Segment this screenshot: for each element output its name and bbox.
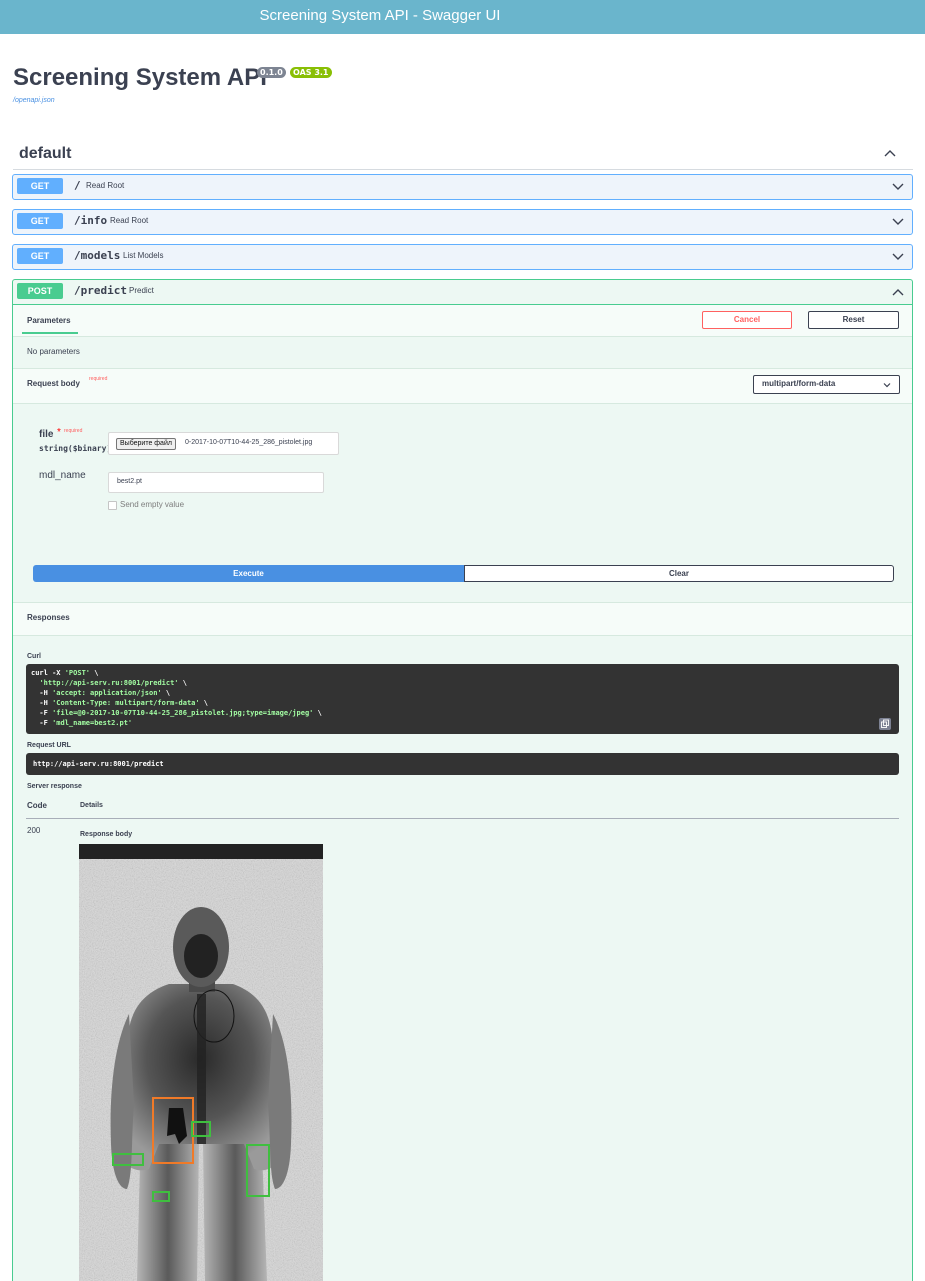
request-url: http://api-serv.ru:8001/predict bbox=[33, 760, 164, 768]
title-bar: Screening System API - Swagger UI bbox=[0, 0, 925, 34]
operation-path: /models bbox=[74, 249, 121, 262]
mdl-name-value: best2.pt bbox=[117, 478, 142, 485]
clear-button[interactable]: Clear bbox=[464, 565, 894, 582]
reset-button[interactable]: Reset bbox=[808, 311, 899, 329]
section-title[interactable]: default bbox=[19, 145, 71, 163]
operation-summary: Read Root bbox=[86, 181, 125, 190]
table-divider bbox=[26, 818, 899, 819]
operation-path: / bbox=[74, 179, 81, 192]
code-column-header: Code bbox=[27, 801, 47, 810]
chevron-down-icon[interactable] bbox=[891, 215, 905, 229]
xray-top-band bbox=[79, 844, 323, 859]
curl-label: Curl bbox=[27, 653, 41, 660]
window-title: Screening System API - Swagger UI bbox=[259, 7, 501, 24]
copy-icon[interactable] bbox=[879, 718, 891, 730]
send-empty-checkbox[interactable] bbox=[108, 501, 117, 510]
operation-get-info[interactable]: GET /info Read Root bbox=[12, 209, 913, 235]
file-param-name: file bbox=[39, 429, 54, 440]
code-line: -H 'accept: application/json' \ bbox=[31, 689, 171, 697]
version-badge: 0.1.0 bbox=[257, 67, 286, 78]
response-image bbox=[79, 844, 323, 1281]
operation-get-root[interactable]: GET / Read Root bbox=[12, 174, 913, 200]
code-line: curl -X 'POST' \ bbox=[31, 669, 99, 677]
operation-summary: Read Root bbox=[110, 216, 149, 225]
operation-post-predict: POST /predict Predict Parameters Cancel … bbox=[12, 279, 913, 1281]
code-line: 'http://api-serv.ru:8001/predict' \ bbox=[39, 679, 187, 687]
operation-summary: List Models bbox=[123, 251, 164, 260]
oas-badge: OAS 3.1 bbox=[290, 67, 332, 78]
chevron-down-icon[interactable] bbox=[891, 180, 905, 194]
required-label: required bbox=[89, 376, 108, 382]
request-url-label: Request URL bbox=[27, 742, 71, 749]
file-input[interactable]: Выберите файл 0-2017-10-07T10-44-25_286_… bbox=[108, 432, 339, 455]
send-empty-label: Send empty value bbox=[120, 500, 185, 509]
operation-path: /info bbox=[74, 214, 108, 227]
chevron-down-icon[interactable] bbox=[891, 250, 905, 264]
operation-path: /predict bbox=[74, 284, 127, 297]
code-line: -F 'mdl_name=best2.pt' bbox=[31, 719, 133, 727]
xray-face bbox=[184, 934, 218, 978]
no-parameters-text: No parameters bbox=[27, 347, 80, 356]
tab-parameters[interactable]: Parameters bbox=[27, 316, 71, 325]
section-divider bbox=[13, 169, 913, 170]
chevron-up-icon[interactable] bbox=[891, 285, 905, 299]
method-badge: GET bbox=[17, 248, 63, 264]
cancel-button[interactable]: Cancel bbox=[702, 311, 792, 329]
operation-get-models[interactable]: GET /models List Models bbox=[12, 244, 913, 270]
mdl-name-param-name: mdl_name bbox=[39, 470, 86, 481]
execute-button[interactable]: Execute bbox=[33, 565, 464, 582]
required-label: required bbox=[64, 428, 83, 434]
required-star: * bbox=[57, 427, 61, 438]
api-title: Screening System API bbox=[13, 64, 267, 91]
selected-file-name: 0-2017-10-07T10-44-25_286_pistolet.jpg bbox=[185, 439, 313, 446]
method-badge: POST bbox=[17, 283, 63, 299]
responses-bar bbox=[13, 602, 912, 636]
content-type-value: multipart/form-data bbox=[762, 379, 836, 388]
openapi-link[interactable]: /openapi.json bbox=[13, 97, 55, 104]
curl-code-block[interactable]: curl -X 'POST' \ 'http://api-serv.ru:800… bbox=[26, 664, 899, 734]
mdl-name-input[interactable]: best2.pt bbox=[108, 472, 324, 493]
content-type-select[interactable]: multipart/form-data bbox=[753, 375, 900, 394]
details-column-header: Details bbox=[80, 802, 103, 809]
responses-label: Responses bbox=[27, 613, 70, 622]
file-param-type: string($binary) bbox=[39, 444, 112, 453]
tab-underline bbox=[22, 332, 78, 334]
operation-summary: Predict bbox=[129, 286, 154, 295]
method-badge: GET bbox=[17, 178, 63, 194]
chevron-up-icon[interactable] bbox=[883, 146, 897, 160]
operation-header[interactable]: POST /predict Predict bbox=[13, 280, 912, 305]
choose-file-button[interactable]: Выберите файл bbox=[116, 438, 176, 450]
code-line: -H 'Content-Type: multipart/form-data' \ bbox=[31, 699, 209, 707]
select-chevron-icon bbox=[883, 383, 891, 388]
status-code: 200 bbox=[27, 826, 41, 835]
request-url-block[interactable]: http://api-serv.ru:8001/predict bbox=[26, 753, 899, 775]
server-response-label: Server response bbox=[27, 783, 82, 790]
method-badge: GET bbox=[17, 213, 63, 229]
code-line: -F 'file=@0-2017-10-07T10-44-25_286_pist… bbox=[31, 709, 322, 717]
request-body-label: Request body bbox=[27, 379, 80, 388]
response-body-label: Response body bbox=[80, 831, 133, 838]
